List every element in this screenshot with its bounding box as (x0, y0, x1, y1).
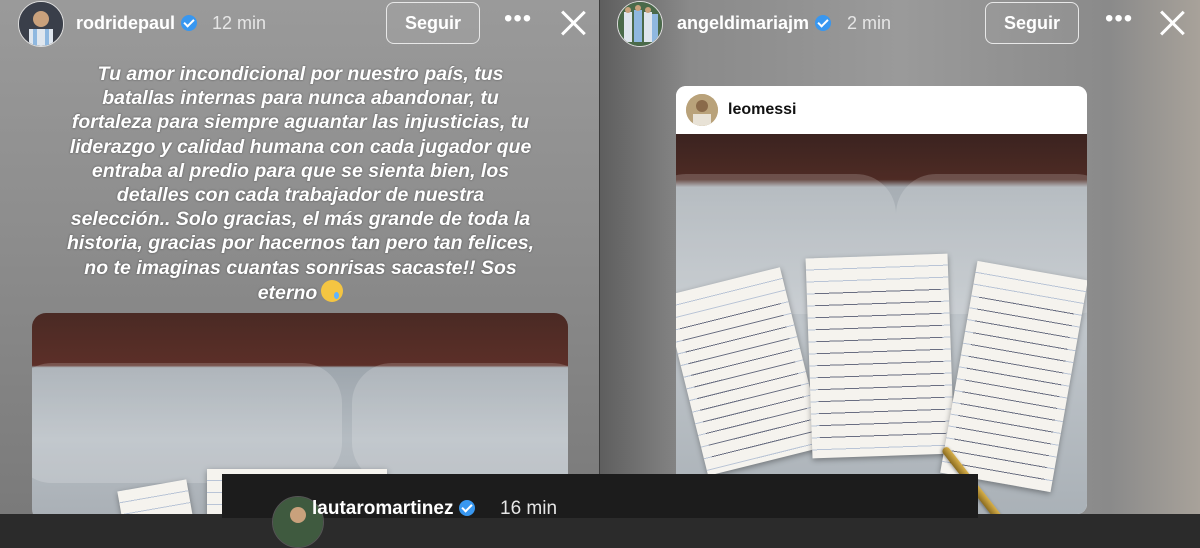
caption-line: historia, gracias por hacernos tan pero … (66, 232, 535, 255)
follow-button[interactable]: Seguir (985, 2, 1079, 44)
caption-line: fortaleza para siempre aguantar las inju… (71, 111, 530, 134)
story-header-bottom: lautaromartinez 16 min (222, 474, 978, 548)
avatar[interactable] (18, 1, 64, 47)
story-caption: Tu amor incondicional por nuestro país, … (28, 62, 573, 305)
story-header: rodridepaul 12 min Seguir ••• (0, 0, 600, 48)
caption-line: no te imaginas cuantas sonrisas sacaste!… (84, 256, 517, 279)
shared-post-card[interactable]: leomessi (676, 86, 1087, 514)
caption-line: entraba al predio para que se sienta bie… (91, 159, 510, 182)
caption-line-text: eterno (257, 281, 318, 304)
username[interactable]: angeldimariajm (677, 13, 832, 34)
username-text[interactable]: angeldimariajm (677, 13, 809, 33)
handwritten-note (117, 479, 197, 514)
handwritten-letter (805, 253, 955, 459)
caption-line: batallas internas para nunca abandonar, … (102, 87, 499, 110)
shared-post-username[interactable]: leomessi (728, 101, 796, 119)
username-text[interactable]: lautaromartinez (312, 498, 453, 519)
time-ago: 2 min (847, 13, 892, 33)
caption-line: eterno (28, 279, 573, 305)
time-ago: 16 min (500, 498, 558, 519)
more-icon[interactable]: ••• (1105, 7, 1133, 34)
verified-badge-icon (815, 15, 832, 31)
story-header: angeldimariajm 2 min Seguir ••• (600, 0, 1200, 48)
username[interactable]: rodridepaul (76, 13, 198, 34)
sofa-cushion (32, 363, 342, 483)
username[interactable]: lautaromartinez (312, 498, 476, 520)
avatar[interactable] (617, 1, 663, 47)
sofa-cushion (352, 363, 568, 483)
verified-badge-icon (181, 15, 198, 31)
username-text[interactable]: rodridepaul (76, 13, 175, 33)
avatar[interactable] (686, 94, 718, 126)
caption-line: detalles con cada trabajador de nuestra (116, 184, 485, 207)
crying-face-emoji-icon (321, 279, 344, 302)
time-ago: 12 min (212, 13, 267, 33)
caption-line: Tu amor incondicional por nuestro país, … (97, 63, 504, 85)
caption-line: liderazgo y calidad humana con cada juga… (69, 135, 532, 158)
close-icon[interactable] (1156, 7, 1188, 39)
caption-line: selección.. Solo gracias, el más grande … (70, 208, 531, 231)
more-icon[interactable]: ••• (504, 7, 532, 34)
close-icon[interactable] (557, 7, 589, 39)
follow-button[interactable]: Seguir (386, 2, 480, 44)
shared-post-header: leomessi (676, 86, 1087, 134)
shared-post-photo (676, 134, 1087, 514)
story-panel-left: rodridepaul 12 min Seguir ••• Tu amor in… (0, 0, 600, 514)
